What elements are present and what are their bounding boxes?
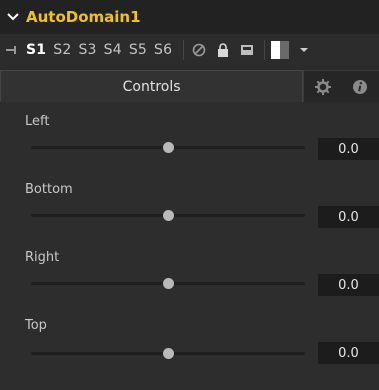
inspector-tabs: Controls (0, 70, 379, 102)
slot-s4[interactable]: S4 (104, 42, 122, 58)
tool-name: AutoDomain1 (26, 8, 141, 26)
right-label: Right (25, 250, 60, 265)
pin-icon[interactable] (0, 34, 26, 66)
tool-toolbar: S1 S2 S3 S4 S5 S6 (0, 34, 379, 66)
right-slider-handle[interactable] (162, 278, 174, 289)
slot-s5[interactable]: S5 (129, 42, 147, 58)
bottom-value-field[interactable]: 0.0 (318, 206, 379, 228)
top-label: Top (25, 318, 47, 333)
slot-s3[interactable]: S3 (78, 42, 96, 58)
gear-icon[interactable] (303, 70, 342, 102)
color-swatch-icon[interactable] (269, 34, 291, 66)
slot-s6[interactable]: S6 (154, 42, 172, 58)
info-icon[interactable] (341, 70, 379, 102)
save-icon[interactable] (236, 34, 258, 66)
dropdown-arrow-icon[interactable] (293, 34, 315, 66)
controls-panel: Left 0.0 Bottom 0.0 Right 0.0 Top 0.0 (0, 102, 379, 390)
toolbar-divider (264, 40, 266, 60)
top-slider-handle[interactable] (162, 348, 174, 359)
right-value-field[interactable]: 0.0 (318, 274, 379, 296)
slot-s2[interactable]: S2 (53, 42, 71, 58)
left-label: Left (25, 114, 50, 129)
left-value-field[interactable]: 0.0 (318, 138, 379, 160)
collapse-chevron-icon[interactable] (0, 0, 26, 34)
toolbar-divider (183, 40, 185, 60)
tool-header: AutoDomain1 (0, 0, 379, 34)
left-slider-handle[interactable] (162, 142, 174, 153)
disable-icon[interactable] (188, 34, 210, 66)
bottom-label: Bottom (25, 182, 73, 197)
bottom-slider-handle[interactable] (162, 210, 174, 221)
lock-icon[interactable] (212, 34, 234, 66)
tab-controls[interactable]: Controls (0, 70, 304, 102)
top-value-field[interactable]: 0.0 (318, 342, 379, 364)
slot-s1[interactable]: S1 (26, 42, 46, 58)
